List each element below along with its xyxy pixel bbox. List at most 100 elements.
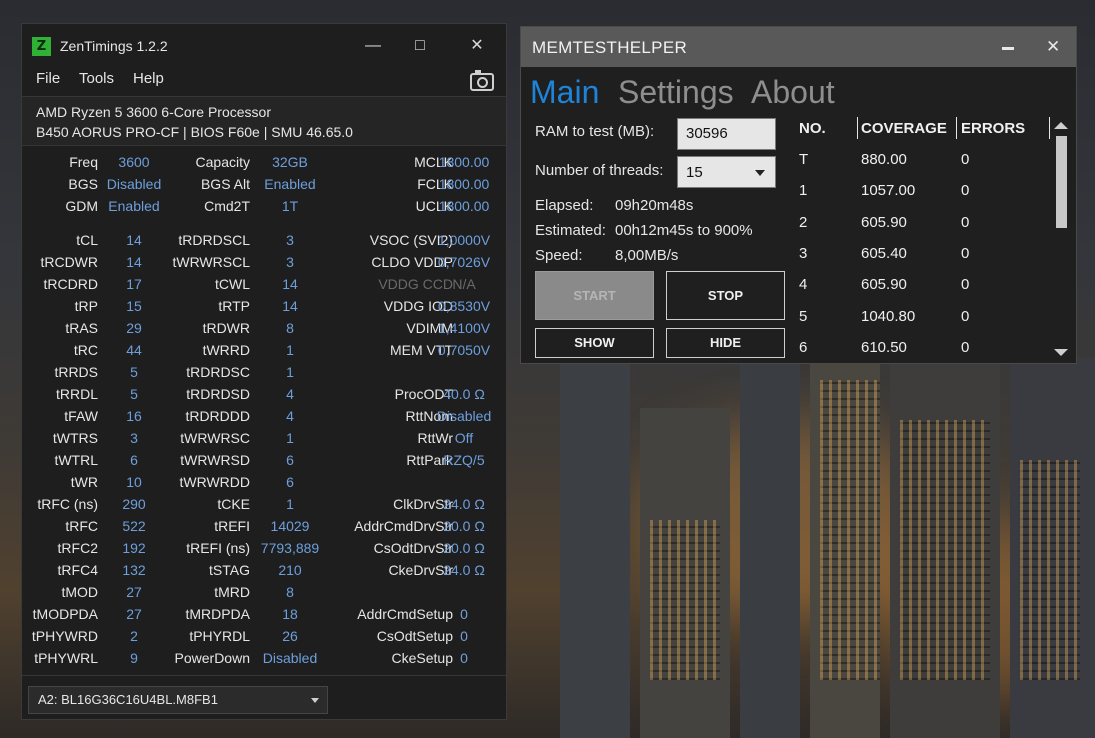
timing-value: 27 bbox=[126, 584, 142, 600]
threads-select[interactable]: 15 bbox=[677, 156, 776, 188]
error-count: 0 bbox=[961, 307, 970, 325]
column-divider[interactable] bbox=[956, 117, 957, 139]
minimize-icon: — bbox=[365, 37, 381, 54]
timing-row: tRFC (ns) 290 tCKE 1 ClkDrvStr 24.0 Ω bbox=[22, 496, 506, 518]
timing-label: tRDRDDD bbox=[185, 408, 250, 424]
thread-number: 4 bbox=[799, 276, 808, 294]
timing-label: tMRDPDA bbox=[185, 606, 250, 622]
coverage-value: 610.50 bbox=[861, 338, 907, 356]
cpu-name: AMD Ryzen 5 3600 6-Core Processor bbox=[36, 104, 271, 120]
timing-row: tRFC4 132 tSTAG 210 CkeDrvStr 24.0 Ω bbox=[22, 562, 506, 584]
timing-value: 40.0 Ω bbox=[443, 386, 485, 402]
timing-value: 1800.00 bbox=[438, 198, 490, 214]
timing-value: 20.0 Ω bbox=[443, 540, 485, 556]
column-header-no[interactable]: NO. bbox=[799, 120, 826, 137]
timing-label: tRAS bbox=[65, 320, 98, 336]
timing-value: 14029 bbox=[270, 518, 310, 534]
column-header-errors[interactable]: ERRORS bbox=[961, 120, 1025, 137]
menu-bar: File Tools Help bbox=[22, 68, 506, 96]
close-icon[interactable]: ✕ bbox=[1046, 37, 1060, 57]
timing-label: Cmd2T bbox=[204, 198, 250, 214]
timing-value: 210 bbox=[278, 562, 302, 578]
timing-value: 1,4100V bbox=[437, 320, 491, 336]
error-count: 0 bbox=[961, 151, 970, 168]
timing-value: 9 bbox=[130, 650, 138, 666]
timing-label: tMOD bbox=[61, 584, 98, 600]
timing-value: 5 bbox=[130, 364, 138, 380]
threads-select-value: 15 bbox=[686, 164, 703, 181]
stop-button[interactable]: STOP bbox=[666, 271, 785, 320]
tab-about[interactable]: About bbox=[751, 74, 835, 111]
title-bar[interactable]: Z ZenTimings 1.2.2 — □ ✕ bbox=[22, 24, 506, 68]
threads-label: Number of threads: bbox=[535, 162, 664, 179]
timing-value: 0 bbox=[460, 606, 468, 622]
timing-row: tWTRL 6 tWRWRSD 6 RttPark RZQ/5 bbox=[22, 452, 506, 474]
timing-value: 14 bbox=[126, 254, 142, 270]
dimm-select[interactable]: A2: BL16G36C16U4BL.M8FB1 bbox=[28, 686, 328, 714]
thread-number: 1 bbox=[799, 182, 808, 200]
timing-value: 0,7026V bbox=[437, 254, 491, 270]
column-divider[interactable] bbox=[1049, 117, 1050, 139]
show-button[interactable]: SHOW bbox=[535, 328, 654, 358]
close-icon: ✕ bbox=[470, 37, 484, 54]
error-count: 0 bbox=[961, 276, 970, 294]
timing-value: 26 bbox=[282, 628, 298, 644]
scroll-down-icon[interactable] bbox=[1054, 349, 1068, 356]
error-count: 0 bbox=[961, 338, 970, 356]
scrollbar-thumb[interactable] bbox=[1056, 136, 1067, 228]
thread-number: 6 bbox=[799, 338, 808, 356]
screenshot-camera-icon[interactable] bbox=[470, 70, 494, 91]
menu-tools[interactable]: Tools bbox=[79, 70, 114, 87]
timing-value: Enabled bbox=[108, 198, 160, 214]
timing-value: 0 bbox=[460, 628, 468, 644]
hide-button[interactable]: HIDE bbox=[666, 328, 785, 358]
error-count: 0 bbox=[961, 244, 970, 262]
timing-row: tMODPDA 27 tMRDPDA 18 AddrCmdSetup 0 bbox=[22, 606, 506, 628]
column-header-coverage[interactable]: COVERAGE bbox=[861, 120, 947, 137]
scroll-up-icon[interactable] bbox=[1054, 122, 1068, 129]
timing-value: 4 bbox=[286, 408, 294, 424]
column-divider[interactable] bbox=[857, 117, 858, 139]
timing-row: tWTRS 3 tWRWRSC 1 RttWr Off bbox=[22, 430, 506, 452]
timing-value: 7793,889 bbox=[260, 540, 320, 556]
menu-help[interactable]: Help bbox=[133, 70, 164, 87]
elapsed-label: Elapsed: bbox=[535, 197, 594, 214]
speed-value: 8,00MB/s bbox=[615, 247, 679, 264]
table-scrollbar[interactable] bbox=[1054, 119, 1068, 359]
timing-label: tRDRDSCL bbox=[178, 232, 250, 248]
system-info: AMD Ryzen 5 3600 6-Core Processor B450 A… bbox=[22, 96, 506, 146]
timing-row: tRP 15 tRTP 14 VDDG IOD 0,8530V bbox=[22, 298, 506, 320]
timing-label: tRDRDSD bbox=[186, 386, 250, 402]
timing-value: Off bbox=[454, 430, 474, 446]
timing-value: Disabled bbox=[436, 408, 492, 424]
close-button[interactable]: ✕ bbox=[462, 33, 492, 59]
tab-main[interactable]: Main bbox=[530, 74, 599, 111]
timing-value: 1 bbox=[286, 496, 294, 512]
timing-value: Enabled bbox=[264, 176, 316, 192]
ram-input[interactable]: 30596 bbox=[677, 118, 776, 150]
timing-value: 5 bbox=[130, 386, 138, 402]
menu-file[interactable]: File bbox=[36, 70, 60, 87]
timing-value: 6 bbox=[286, 474, 294, 490]
timing-value: 44 bbox=[126, 342, 142, 358]
timing-label: tRRDS bbox=[54, 364, 98, 380]
timing-value: 1,0000V bbox=[437, 232, 491, 248]
timing-value: 1800.00 bbox=[438, 176, 490, 192]
timing-row: tRC 44 tWRRD 1 MEM VTT 0,7050V bbox=[22, 342, 506, 364]
timing-label: tWRWRSC bbox=[180, 430, 250, 446]
timing-label: tREFI bbox=[214, 518, 250, 534]
chevron-down-icon bbox=[755, 170, 765, 176]
minimize-icon[interactable] bbox=[1002, 47, 1014, 50]
timing-value: Disabled bbox=[262, 650, 318, 666]
timing-label: Freq bbox=[69, 154, 98, 170]
minimize-button[interactable]: — bbox=[358, 33, 388, 59]
timing-label: tRFC4 bbox=[57, 562, 98, 578]
title-bar[interactable]: MEMTESTHELPER ✕ bbox=[521, 27, 1076, 67]
coverage-value: 605.40 bbox=[861, 244, 907, 262]
maximize-button[interactable]: □ bbox=[405, 33, 435, 59]
timing-label: tSTAG bbox=[209, 562, 250, 578]
start-button[interactable]: START bbox=[535, 271, 654, 320]
coverage-value: 880.00 bbox=[861, 151, 907, 168]
chevron-down-icon bbox=[311, 698, 319, 703]
tab-settings[interactable]: Settings bbox=[618, 74, 734, 111]
